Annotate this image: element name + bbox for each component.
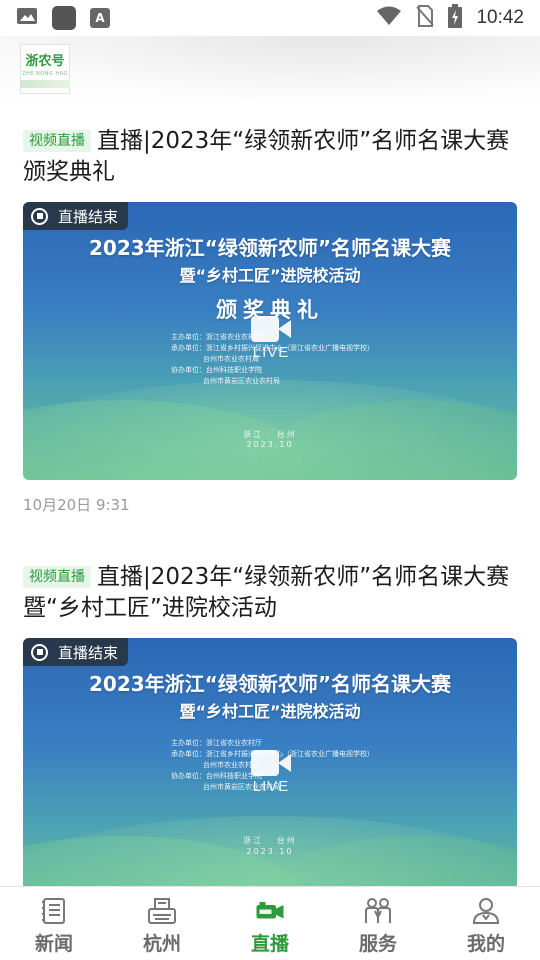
square-icon: [52, 6, 76, 30]
battery-charging-icon: [448, 4, 463, 32]
live-label: LIVE: [252, 778, 290, 795]
nav-item-services[interactable]: 服务: [324, 887, 432, 960]
wifi-icon: [376, 6, 402, 30]
feed-item-title[interactable]: 视频直播 直播|2023年“绿领新农师”名师名课大赛暨“乡村工匠”进院校活动: [23, 562, 517, 624]
nav-label: 新闻: [34, 933, 73, 955]
live-ended-badge: 直播结束: [23, 202, 129, 230]
video-camera-icon: [251, 750, 291, 776]
poster-date: 2023.10: [246, 440, 294, 449]
status-bar: A 10:42: [0, 0, 540, 36]
organizer-line: 台州市黄岩区农业农村局: [203, 377, 280, 385]
organizer-line: 协办单位：台州科技职业学院: [171, 366, 262, 374]
app-header: 浙农号 ZHE NONG HAO: [0, 36, 540, 106]
video-thumbnail[interactable]: 直播结束 2023年浙江“绿领新农师”名师名课大赛 暨“乡村工匠”进院校活动 颁…: [23, 202, 517, 480]
app-screen: A 10:42 浙农号 ZHE NONG HAO 视频直播 直播|2023年“绿…: [0, 0, 540, 960]
poster-title-line1: 2023年浙江“绿领新农师”名师名课大赛: [89, 672, 451, 696]
people-icon: [363, 897, 393, 925]
poster-title-line1: 2023年浙江“绿领新农师”名师名课大赛: [89, 236, 451, 260]
logo-band: [20, 80, 70, 88]
feed-item-title[interactable]: 视频直播 直播|2023年“绿领新农师”名师名课大赛颁奖典礼: [23, 126, 517, 188]
poster-place: 浙江 · 台州: [243, 836, 297, 845]
poster-date: 2023.10: [246, 847, 294, 856]
image-icon: [16, 6, 38, 30]
title-text: 直播|2023年“绿领新农师”名师名课大赛暨“乡村工匠”进院校活动: [23, 564, 510, 621]
organizer-line: 主办单位：浙江省农业农村厅: [171, 739, 262, 747]
nav-item-live[interactable]: 直播: [216, 887, 324, 960]
newspaper-icon: [39, 897, 69, 925]
stop-icon: [31, 207, 48, 225]
status-left: A: [16, 6, 110, 30]
nav-label: 我的: [466, 933, 505, 955]
badge-label: 直播结束: [58, 643, 119, 662]
live-feed[interactable]: 视频直播 直播|2023年“绿领新农师”名师名课大赛颁奖典礼 直播结束 2023年…: [0, 106, 540, 886]
live-ended-badge: 直播结束: [23, 638, 129, 666]
video-thumbnail[interactable]: 直播结束 2023年浙江“绿领新农师”名师名课大赛 暨“乡村工匠”进院校活动 主…: [23, 638, 517, 886]
poster-title-line2: 暨“乡村工匠”进院校活动: [179, 702, 361, 721]
logo-subtext: ZHE NONG HAO: [22, 71, 68, 77]
nav-item-mine[interactable]: 我的: [432, 887, 540, 960]
stop-icon: [31, 643, 48, 661]
feed-item[interactable]: 视频直播 直播|2023年“绿领新农师”名师名课大赛暨“乡村工匠”进院校活动 直播…: [23, 562, 517, 886]
publish-time: 10月20日 9:31: [23, 496, 130, 514]
video-live-tag: 视频直播: [23, 566, 91, 588]
nav-label: 服务: [358, 933, 397, 955]
poster-place: 浙江 · 台州: [243, 430, 297, 439]
nav-label: 直播: [250, 933, 289, 955]
badge-label: 直播结束: [58, 207, 119, 226]
live-play-button[interactable]: LIVE: [251, 750, 291, 795]
feed-item[interactable]: 视频直播 直播|2023年“绿领新农师”名师名课大赛颁奖典礼 直播结束 2023年…: [23, 126, 517, 514]
app-logo[interactable]: 浙农号 ZHE NONG HAO: [20, 44, 70, 94]
live-label: LIVE: [252, 344, 290, 361]
person-icon: [471, 897, 501, 925]
typewriter-icon: [147, 897, 177, 925]
video-camera-icon: [255, 897, 285, 925]
video-camera-icon: [251, 316, 291, 342]
video-live-tag: 视频直播: [23, 130, 91, 152]
logo-text: 浙农号: [25, 54, 65, 69]
nav-item-hangzhou[interactable]: 杭州: [108, 887, 216, 960]
font-a-icon: A: [90, 8, 110, 28]
live-play-button[interactable]: LIVE: [251, 316, 291, 361]
title-text: 直播|2023年“绿领新农师”名师名课大赛颁奖典礼: [23, 128, 510, 185]
bottom-nav: 新闻 杭州 直播 服务 我的: [0, 886, 540, 960]
status-clock: 10:42: [476, 7, 524, 28]
nav-label: 杭州: [142, 933, 181, 955]
poster-title-line2: 暨“乡村工匠”进院校活动: [179, 266, 361, 285]
no-sim-icon: [416, 5, 435, 31]
status-right: 10:42: [376, 4, 524, 32]
nav-item-news[interactable]: 新闻: [0, 887, 108, 960]
